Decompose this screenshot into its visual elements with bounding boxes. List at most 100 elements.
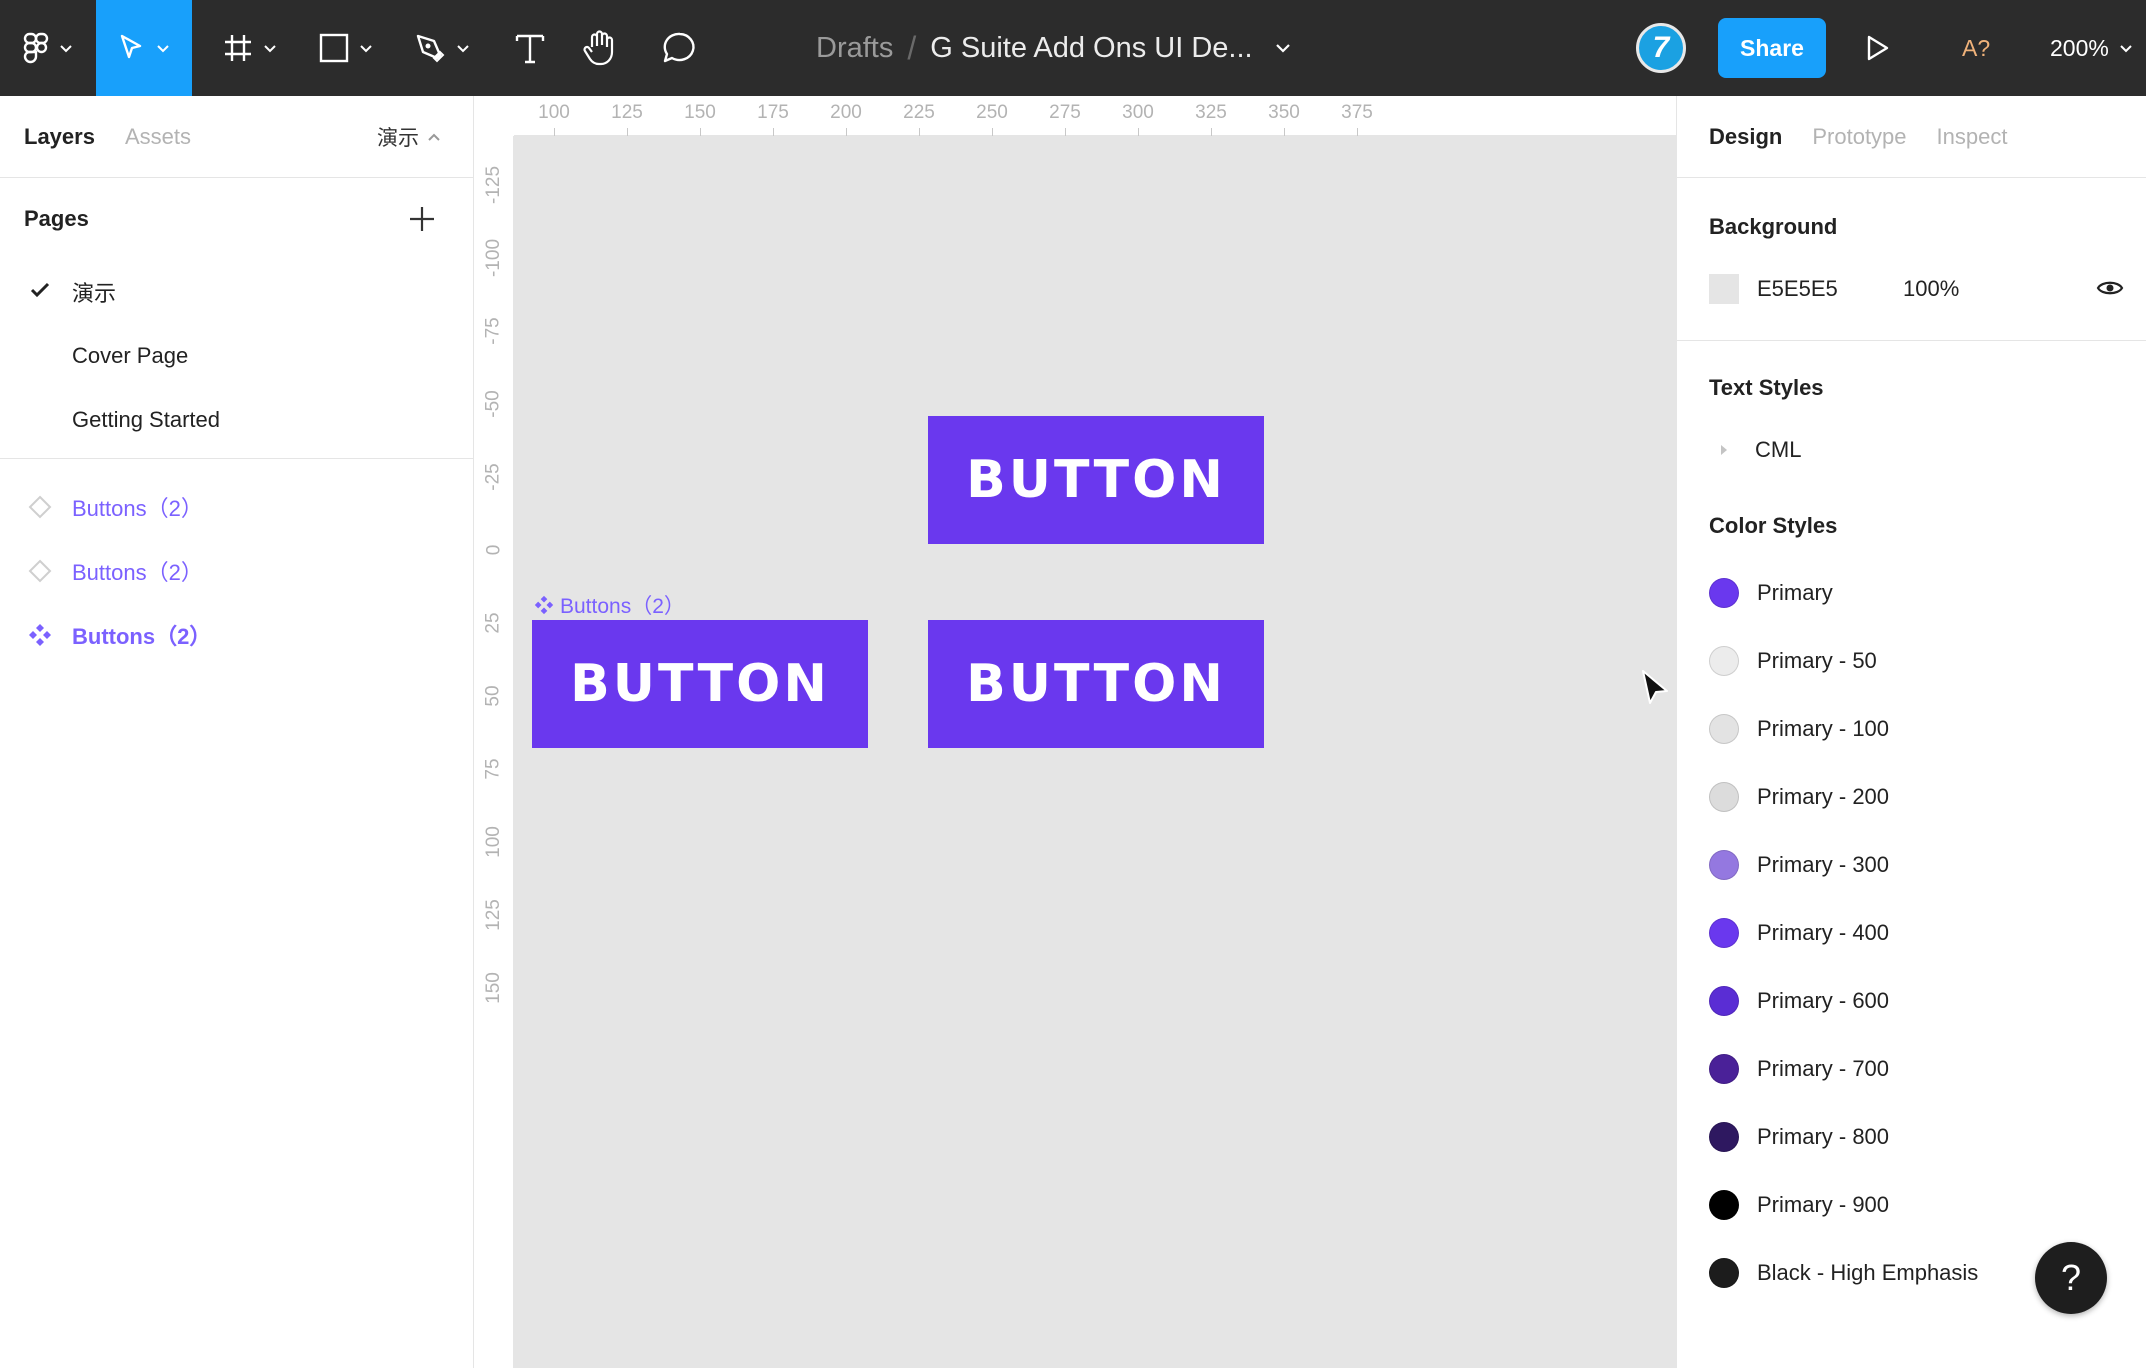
ruler-y-text: -125	[483, 165, 504, 205]
color-style-item[interactable]: Primary	[1677, 559, 2146, 627]
color-style-label: Primary - 900	[1757, 1192, 1890, 1217]
color-style-item[interactable]: Primary - 300	[1677, 831, 2146, 899]
text-style-group-label: CML	[1755, 437, 1802, 462]
share-button[interactable]: Share	[1718, 18, 1826, 78]
left-sidebar: Layers Assets 演示 Pages 演示 Cover Page Get…	[0, 96, 474, 1368]
document-title[interactable]: G Suite Add Ons UI De...	[930, 32, 1252, 65]
text-tool-button[interactable]	[500, 0, 560, 96]
ruler-tick	[1284, 128, 1285, 136]
background-opacity-input[interactable]: 100%	[1903, 276, 1959, 302]
text-style-group[interactable]: CML	[1677, 421, 2146, 479]
chevron-down-icon	[2120, 44, 2132, 52]
breadcrumb-drafts[interactable]: Drafts	[816, 32, 893, 65]
color-style-label: Primary - 800	[1757, 1124, 1890, 1149]
tab-layers[interactable]: Layers	[24, 124, 95, 150]
tab-assets[interactable]: Assets	[125, 124, 191, 150]
chevron-up-icon	[428, 133, 440, 141]
layer-label: Buttons（2）	[72, 560, 203, 585]
color-style-item[interactable]: Primary - 900	[1677, 1171, 2146, 1239]
ruler-y-text: -50	[483, 390, 504, 418]
component-variant-icon	[28, 495, 52, 519]
shape-tool-icon	[319, 33, 349, 63]
tab-design[interactable]: Design	[1709, 124, 1782, 150]
chevron-down-icon	[360, 44, 372, 52]
ruler-x-label: 100	[538, 102, 570, 123]
frame-tool-button[interactable]	[210, 0, 290, 96]
shape-tool-button[interactable]	[306, 0, 386, 96]
missing-fonts-indicator[interactable]: A?	[1962, 0, 1990, 96]
page-label: Getting Started	[72, 407, 220, 432]
background-color-swatch[interactable]	[1709, 274, 1739, 304]
hand-tool-button[interactable]	[568, 0, 632, 96]
page-item[interactable]: Getting Started	[0, 388, 473, 452]
color-style-item[interactable]: Primary - 800	[1677, 1103, 2146, 1171]
component-set-label[interactable]: Buttons（2）	[534, 590, 685, 620]
color-style-item[interactable]: Primary - 100	[1677, 695, 2146, 763]
background-hex-input[interactable]: E5E5E5	[1757, 276, 1903, 302]
layer-item[interactable]: Buttons（2）	[0, 475, 473, 539]
button-component[interactable]: BUTTON	[532, 620, 868, 748]
ruler-y-text: -100	[483, 238, 504, 278]
figma-menu-icon	[23, 32, 49, 64]
color-style-item[interactable]: Primary - 400	[1677, 899, 2146, 967]
layer-label: Buttons（2）	[72, 624, 212, 649]
add-page-icon[interactable]	[407, 204, 437, 234]
ruler-tick	[1357, 128, 1358, 136]
tab-inspect[interactable]: Inspect	[1937, 124, 2008, 150]
layer-item[interactable]: Buttons（2）	[0, 603, 473, 667]
ruler-tick	[627, 128, 628, 136]
move-tool-button[interactable]	[96, 0, 192, 96]
chevron-down-icon	[457, 44, 469, 52]
help-button[interactable]: ?	[2035, 1242, 2107, 1314]
color-swatch	[1709, 986, 1739, 1016]
comment-tool-icon	[663, 32, 695, 63]
frame-tool-icon	[225, 35, 251, 61]
layer-label: Buttons（2）	[72, 496, 203, 521]
ruler-tick	[1211, 128, 1212, 136]
component-variant-icon	[28, 559, 52, 583]
color-style-label: Primary - 700	[1757, 1056, 1890, 1081]
component-set-icon	[534, 595, 554, 615]
color-swatch	[1709, 1190, 1739, 1220]
zoom-menu[interactable]: 200%	[2050, 0, 2133, 96]
ruler-x-label: 175	[757, 102, 789, 123]
comment-tool-button[interactable]	[648, 0, 712, 96]
ruler-y-label: 150	[474, 972, 514, 1004]
color-swatch	[1709, 918, 1739, 948]
color-styles-list: Primary Primary - 50 Primary - 100 Primary …	[1677, 559, 2146, 1307]
eye-icon[interactable]	[2096, 278, 2124, 298]
ruler-y-label: -100	[474, 239, 514, 277]
tab-prototype[interactable]: Prototype	[1812, 124, 1906, 150]
color-style-item[interactable]: Primary - 200	[1677, 763, 2146, 831]
user-avatar[interactable]: 7	[1636, 23, 1686, 73]
color-style-label: Primary - 400	[1757, 920, 1890, 945]
current-page-label: 演示	[377, 127, 419, 150]
pen-tool-button[interactable]	[402, 0, 482, 96]
color-styles-title: Color Styles	[1709, 513, 1838, 538]
ruler-x-label: 300	[1122, 102, 1154, 123]
page-item[interactable]: Cover Page	[0, 324, 473, 388]
ruler-y-label: -50	[474, 390, 514, 418]
color-swatch	[1709, 782, 1739, 812]
color-style-item[interactable]: Primary - 50	[1677, 627, 2146, 695]
main-menu-button[interactable]	[0, 0, 96, 96]
chevron-down-icon[interactable]	[1275, 43, 1291, 53]
chevron-down-icon	[157, 44, 169, 52]
ruler-y-text: 0	[482, 544, 504, 556]
mouse-cursor-icon	[1642, 670, 1668, 704]
present-button[interactable]	[1860, 30, 1896, 66]
color-style-item[interactable]: Primary - 700	[1677, 1035, 2146, 1103]
color-style-label: Primary - 200	[1757, 784, 1890, 809]
ruler-y-label: -125	[474, 166, 514, 204]
button-component[interactable]: BUTTON	[928, 620, 1264, 748]
pages-header: Pages	[0, 178, 473, 260]
button-component[interactable]: BUTTON	[928, 416, 1264, 544]
chevron-down-icon	[264, 44, 276, 52]
ruler-y-text: 50	[482, 685, 504, 707]
layer-item[interactable]: Buttons（2）	[0, 539, 473, 603]
ruler-tick	[919, 128, 920, 136]
color-style-label: Black - High Emphasis	[1757, 1260, 1979, 1285]
current-page-selector[interactable]: 演示	[377, 96, 441, 178]
color-style-item[interactable]: Primary - 600	[1677, 967, 2146, 1035]
page-item[interactable]: 演示	[0, 260, 473, 324]
